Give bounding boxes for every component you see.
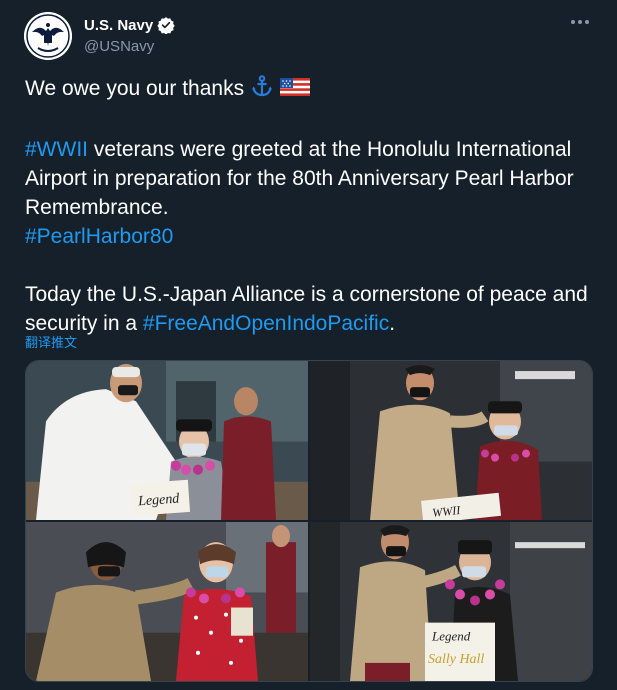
- verified-badge-icon: [157, 16, 175, 35]
- photo4-sign-line1: Legend: [431, 629, 471, 644]
- photo-3[interactable]: [26, 522, 308, 681]
- translate-tweet-link[interactable]: 翻译推文: [25, 332, 77, 351]
- photo-2[interactable]: WWII: [310, 361, 592, 520]
- tweet-paragraph3-end: .: [389, 312, 396, 335]
- user-handle[interactable]: @USNavy: [84, 38, 175, 55]
- navy-eagle-emblem-icon: [24, 12, 72, 60]
- author-block: U.S. Navy @USNavy: [84, 14, 175, 55]
- avatar[interactable]: [24, 12, 72, 60]
- us-flag-emoji-icon: [279, 76, 310, 106]
- tweet-text: We owe you our thanks #WWII veterans wer…: [25, 74, 595, 338]
- photo-4[interactable]: Legend Sally Hall: [310, 522, 592, 681]
- hashtag-pearlharbor80[interactable]: #PearlHarbor80: [25, 225, 173, 248]
- more-options-icon[interactable]: [569, 16, 591, 28]
- tweet-line1: We owe you our thanks: [25, 77, 245, 100]
- display-name[interactable]: U.S. Navy: [84, 17, 153, 34]
- anchor-emoji-icon: [250, 74, 274, 106]
- tweet-paragraph2: veterans were greeted at the Honolulu In…: [25, 138, 574, 219]
- hashtag-wwii[interactable]: #WWII: [25, 138, 88, 161]
- photo4-sign-line2: Sally Hall: [428, 651, 484, 667]
- tweet-card: U.S. Navy @USNavy We owe you our thanks: [0, 0, 617, 690]
- photo-1[interactable]: Legend: [26, 361, 308, 520]
- media-grid: Legend WWII Legend Sally Hall: [25, 360, 593, 682]
- photo1-sign-text: Legend: [137, 490, 181, 509]
- hashtag-freeandopenindopacific[interactable]: #FreeAndOpenIndoPacific: [143, 312, 389, 335]
